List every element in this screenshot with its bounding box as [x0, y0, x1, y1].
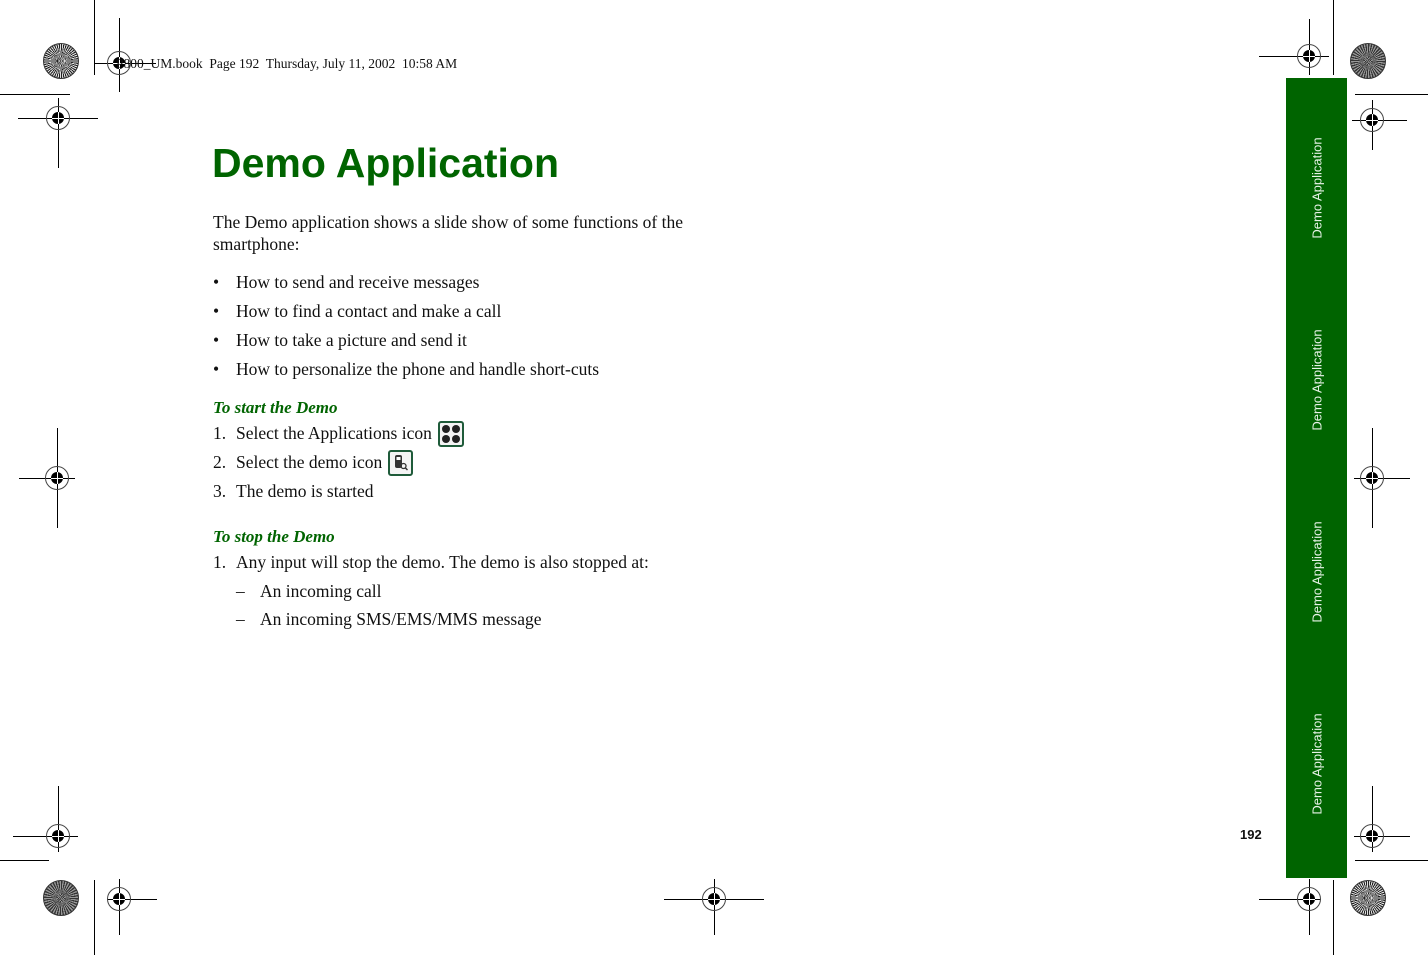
step-number: 2. [213, 452, 227, 472]
crop-line [94, 880, 95, 955]
crop-line [1333, 880, 1334, 955]
page-number: 192 [1240, 827, 1262, 842]
bullet: • [213, 330, 220, 350]
step-text: Select the Applications icon [236, 423, 432, 443]
step-item: 1. Select the Applications icon [213, 419, 464, 448]
bullet: • [213, 301, 220, 321]
start-section: To start the Demo 1. Select the Applicat… [213, 398, 464, 506]
color-bar-icon [1350, 880, 1386, 916]
list-item-text: How to send and receive messages [236, 272, 480, 292]
sub-list-item: – An incoming call [213, 577, 649, 605]
crop-line [0, 860, 49, 861]
side-tab-label-text: Demo Application [1309, 329, 1324, 431]
step-text: Any input will stop the demo. The demo i… [236, 552, 649, 572]
start-heading: To start the Demo [213, 398, 338, 417]
color-bar-icon [43, 880, 79, 916]
applications-icon [437, 420, 464, 447]
chapter-side-tab: Demo Application Demo Application Demo A… [1286, 78, 1347, 878]
bullet: • [213, 272, 220, 292]
list-item-text: How to take a picture and send it [236, 330, 467, 350]
color-bar-icon [1350, 43, 1386, 79]
crop-line [1355, 860, 1428, 861]
step-item: 3. The demo is started [213, 477, 464, 506]
crop-line [1333, 0, 1334, 75]
step-item: 1. Any input will stop the demo. The dem… [213, 548, 649, 577]
dash: – [236, 608, 245, 629]
page-title: Demo Application [212, 140, 559, 186]
list-item-text: How to find a contact and make a call [236, 301, 502, 321]
stop-heading: To stop the Demo [213, 527, 335, 546]
sub-list-item-text: An incoming call [260, 580, 382, 601]
step-number: 1. [213, 423, 227, 443]
stop-section: To stop the Demo 1. Any input will stop … [213, 527, 649, 633]
list-item: • How to send and receive messages [213, 268, 599, 297]
demo-icon [388, 449, 414, 476]
step-item: 2. Select the demo icon [213, 448, 464, 477]
sub-list-item-text: An incoming SMS/EMS/MMS message [260, 608, 542, 629]
side-tab-label-text: Demo Application [1309, 521, 1324, 623]
list-item: • How to take a picture and send it [213, 326, 599, 355]
list-item: • How to personalize the phone and handle… [213, 355, 599, 384]
side-tab-label-text: Demo Application [1309, 713, 1324, 815]
color-bar-icon [43, 43, 79, 79]
step-text: The demo is started [236, 481, 374, 501]
feature-list: • How to send and receive messages • How t… [213, 268, 599, 384]
bullet: • [213, 359, 220, 379]
step-number: 3. [213, 481, 227, 501]
list-item-text: How to personalize the phone and handle … [236, 359, 600, 379]
sub-list-item: – An incoming SMS/EMS/MMS message [213, 605, 649, 633]
step-text: Select the demo icon [236, 452, 383, 472]
intro-paragraph: The Demo application shows a slide show … [213, 212, 683, 254]
list-item: • How to find a contact and make a call [213, 297, 599, 326]
step-number: 1. [213, 552, 227, 572]
dash: – [236, 580, 245, 601]
side-tab-label-text: Demo Application [1309, 137, 1324, 239]
crop-line [1355, 94, 1428, 95]
book-info-header: P800_UM.book Page 192 Thursday, July 11,… [116, 56, 458, 71]
crop-line [0, 94, 70, 95]
